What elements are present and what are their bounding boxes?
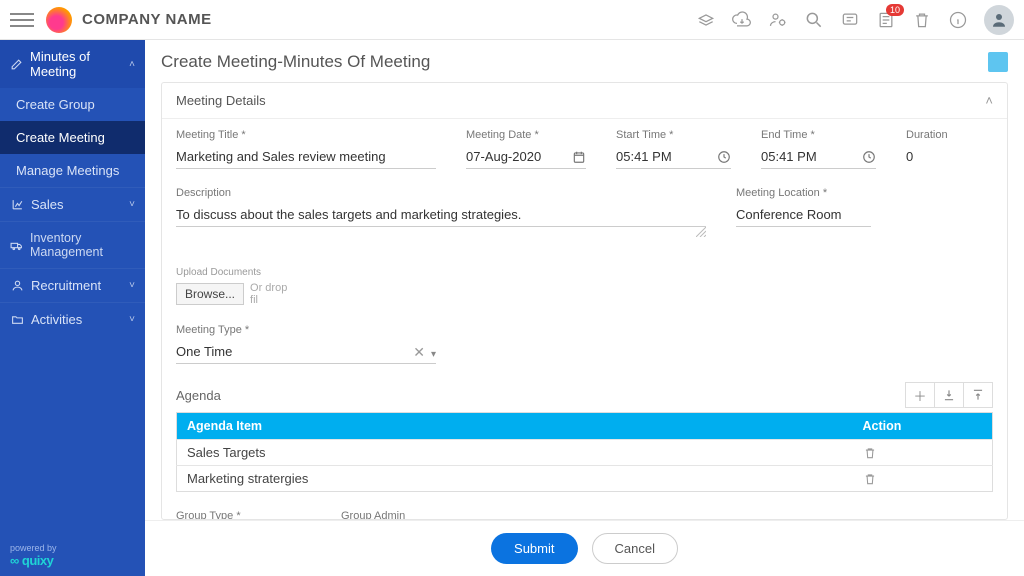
- meeting-type-label: Meeting Type *: [176, 324, 436, 336]
- end-time-input[interactable]: [761, 145, 876, 169]
- description-input[interactable]: [176, 203, 706, 227]
- download-button[interactable]: [934, 382, 964, 408]
- menu-toggle-icon[interactable]: [10, 8, 34, 32]
- table-row: Marketing stratergies: [177, 466, 993, 492]
- sidebar-item-inventory[interactable]: Inventory Management: [0, 221, 145, 268]
- agenda-label: Agenda: [176, 388, 221, 403]
- meeting-type-select[interactable]: [176, 340, 436, 364]
- sidebar-label: Minutes of Meeting: [30, 49, 122, 79]
- browse-button[interactable]: Browse...: [176, 283, 244, 305]
- delete-row-icon[interactable]: [863, 472, 983, 486]
- upload-label: Upload Documents: [176, 267, 296, 278]
- description-label: Description: [176, 187, 706, 199]
- comment-bubble-icon[interactable]: [988, 52, 1008, 72]
- sidebar-item-manage-meetings[interactable]: Manage Meetings: [0, 154, 145, 187]
- end-time-label: End Time *: [761, 129, 876, 141]
- chevron-down-icon: ˅: [129, 280, 135, 291]
- users-gear-icon[interactable]: [768, 10, 788, 30]
- add-row-button[interactable]: ＋: [905, 382, 935, 408]
- clock-icon[interactable]: [862, 150, 876, 164]
- panel-header[interactable]: Meeting Details ˄: [162, 83, 1007, 119]
- delete-row-icon[interactable]: [863, 446, 983, 460]
- trash-icon[interactable]: [912, 10, 932, 30]
- sidebar-item-sales[interactable]: Sales˅: [0, 187, 145, 221]
- meeting-details-panel: Meeting Details ˄ Meeting Title * Meetin…: [161, 82, 1008, 520]
- drop-files-text: Or drop fil: [250, 282, 296, 306]
- clear-icon[interactable]: ✕: [413, 344, 425, 360]
- chevron-down-icon[interactable]: ▾: [431, 349, 436, 360]
- folder-icon: [10, 313, 24, 327]
- agenda-col-item: Agenda Item: [177, 413, 853, 440]
- location-label: Meeting Location *: [736, 187, 871, 199]
- powered-by: powered by ∞ quixy: [0, 535, 145, 576]
- chat-icon[interactable]: [840, 10, 860, 30]
- chevron-down-icon: ˅: [129, 199, 135, 210]
- person-icon: [10, 279, 24, 293]
- info-icon[interactable]: [948, 10, 968, 30]
- agenda-table: Agenda Item Action Sales Targets Marketi…: [176, 412, 993, 492]
- duration-value: 0: [906, 145, 986, 168]
- sidebar-item-recruitment[interactable]: Recruitment˅: [0, 268, 145, 302]
- calendar-icon[interactable]: [572, 150, 586, 164]
- main-content: Create Meeting-Minutes Of Meeting Meetin…: [145, 40, 1024, 576]
- group-admin-label: Group Admin: [341, 510, 476, 520]
- sidebar-item-activities[interactable]: Activities˅: [0, 302, 145, 336]
- company-name: COMPANY NAME: [82, 11, 212, 28]
- sidebar: Minutes of Meeting ˄ Create Group Create…: [0, 40, 145, 576]
- meeting-title-label: Meeting Title *: [176, 129, 436, 141]
- cloud-download-icon[interactable]: [732, 10, 752, 30]
- top-bar: COMPANY NAME 10: [0, 0, 1024, 40]
- sidebar-item-create-group[interactable]: Create Group: [0, 88, 145, 121]
- sidebar-item-create-meeting[interactable]: Create Meeting: [0, 121, 145, 154]
- group-type-label: Group Type *: [176, 510, 311, 520]
- duration-label: Duration: [906, 129, 986, 141]
- notifications-icon[interactable]: 10: [876, 10, 896, 30]
- start-time-input[interactable]: [616, 145, 731, 169]
- chevron-up-icon: ˄: [985, 93, 993, 108]
- quixy-logo: ∞ quixy: [10, 553, 135, 568]
- chevron-down-icon: ˅: [129, 314, 135, 325]
- layers-icon[interactable]: [696, 10, 716, 30]
- sidebar-item-minutes[interactable]: Minutes of Meeting ˄: [0, 40, 145, 88]
- user-avatar[interactable]: [984, 5, 1014, 35]
- resize-handle-icon[interactable]: [696, 227, 706, 237]
- meeting-date-label: Meeting Date *: [466, 129, 586, 141]
- logo-icon: [46, 7, 72, 33]
- meeting-date-input[interactable]: [466, 145, 586, 169]
- notification-badge: 10: [886, 4, 904, 16]
- table-row: Sales Targets: [177, 440, 993, 466]
- upload-button[interactable]: [963, 382, 993, 408]
- chart-icon: [10, 198, 24, 212]
- search-icon[interactable]: [804, 10, 824, 30]
- topbar-actions: 10: [696, 5, 1014, 35]
- edit-icon: [10, 57, 23, 71]
- location-input[interactable]: [736, 203, 871, 227]
- submit-button[interactable]: Submit: [491, 533, 577, 564]
- footer-actions: Submit Cancel: [145, 520, 1024, 576]
- cancel-button[interactable]: Cancel: [592, 533, 678, 564]
- start-time-label: Start Time *: [616, 129, 731, 141]
- chevron-up-icon: ˄: [129, 59, 135, 70]
- truck-icon: [10, 238, 23, 252]
- clock-icon[interactable]: [717, 150, 731, 164]
- page-title: Create Meeting-Minutes Of Meeting: [145, 40, 1024, 82]
- agenda-col-action: Action: [853, 413, 993, 440]
- meeting-title-input[interactable]: [176, 145, 436, 169]
